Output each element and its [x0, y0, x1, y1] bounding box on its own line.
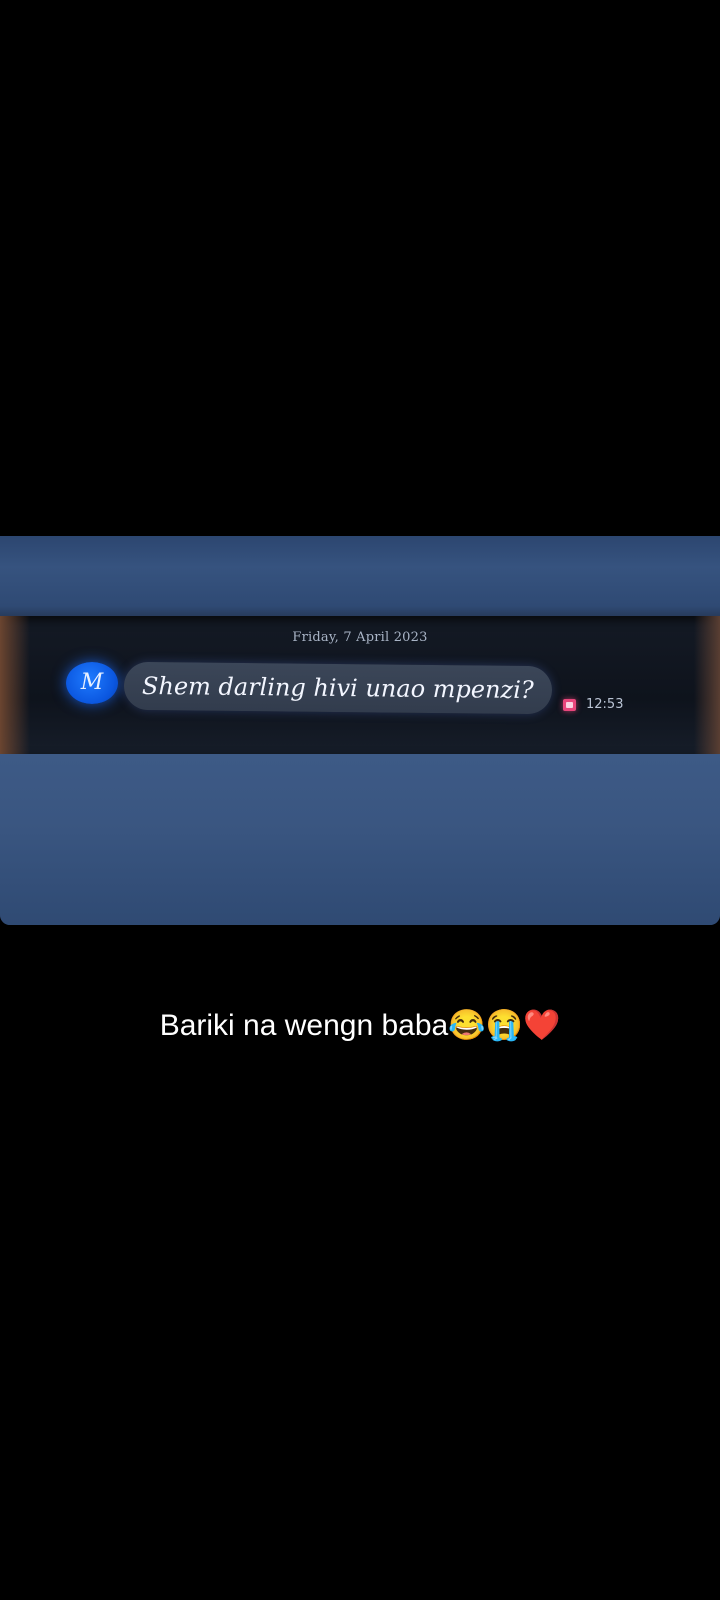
message-bubble: Shem darling hivi unao mpenzi? [123, 661, 552, 715]
message-time: 12:53 [586, 697, 624, 712]
story-screen: { "chat": { "date": "Friday, 7 April 202… [0, 0, 720, 1600]
message-status-icon [563, 699, 576, 711]
photo-bottom-area [0, 754, 720, 925]
chat-screen: Friday, 7 April 2023 M Shem darling hivi… [0, 616, 720, 754]
sender-avatar: M [66, 662, 118, 704]
story-caption: Bariki na wengn baba😂😭❤️ [159, 1009, 561, 1042]
chat-photo: Friday, 7 April 2023 M Shem darling hivi… [0, 536, 720, 925]
date-separator: Friday, 7 April 2023 [292, 630, 428, 645]
